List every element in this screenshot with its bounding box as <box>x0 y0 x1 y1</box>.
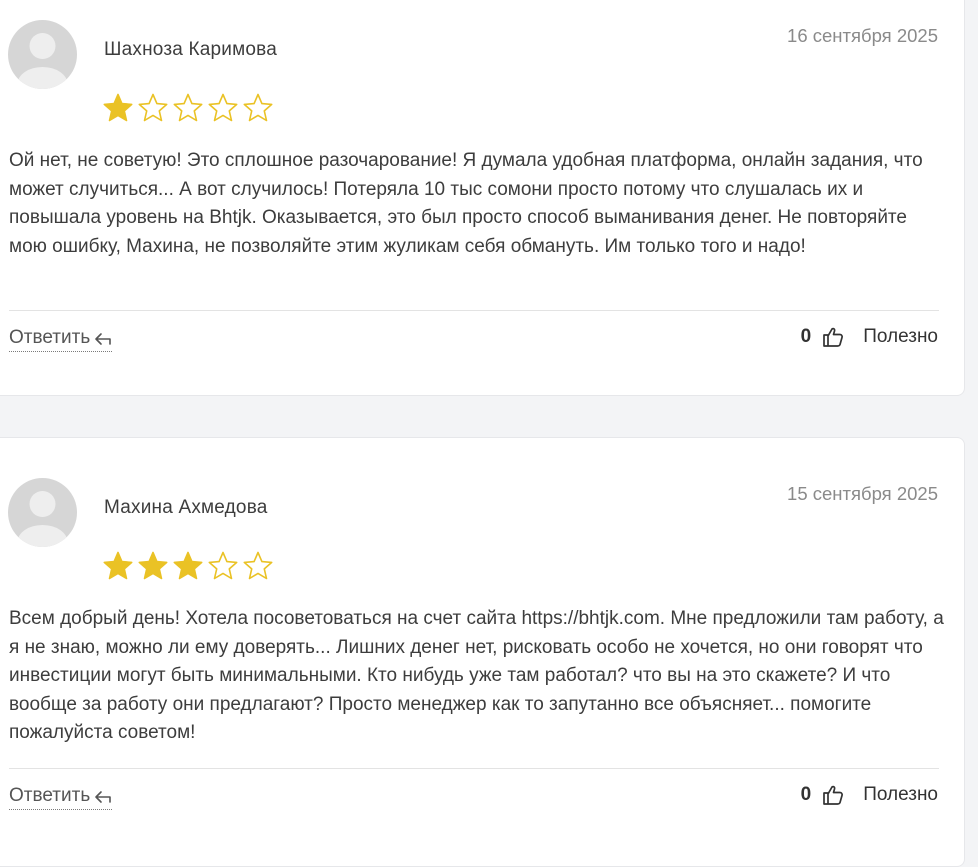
review-card: Шахноза Каримова 16 сентября 2025 Ой нет… <box>0 0 965 396</box>
star-outline-icon <box>243 551 273 580</box>
rating-stars <box>102 550 274 582</box>
review-text: Ой нет, не советую! Это сплошное разочар… <box>9 150 923 257</box>
reply-arrow-icon <box>95 333 112 345</box>
reply-label: Ответить <box>9 785 91 806</box>
user-avatar-icon <box>8 478 77 547</box>
reply-label: Ответить <box>9 327 91 348</box>
star-filled-icon <box>103 551 133 580</box>
review-author: Шахноза Каримова <box>104 39 277 60</box>
star-outline-icon <box>208 93 238 122</box>
star-outline-icon <box>243 93 273 122</box>
thumbs-up-icon[interactable] <box>821 783 845 807</box>
helpful-count: 0 <box>800 326 812 347</box>
user-avatar-icon <box>8 20 77 89</box>
divider <box>9 768 939 769</box>
thumbs-up-icon[interactable] <box>821 325 845 349</box>
review-author: Махина Ахмедова <box>104 497 268 518</box>
star-outline-icon <box>138 93 168 122</box>
helpful-button[interactable]: Полезно <box>863 784 938 806</box>
star-outline-icon <box>208 551 238 580</box>
helpful-button[interactable]: Полезно <box>863 326 938 348</box>
helpful-count: 0 <box>800 784 812 805</box>
star-filled-icon <box>103 93 133 122</box>
rating-stars <box>102 92 274 124</box>
review-text: Всем добрый день! Хотела посоветоваться … <box>9 608 944 744</box>
review-date: 15 сентября 2025 <box>787 483 938 504</box>
helpful-votes: 0 Полезно <box>801 783 938 807</box>
star-filled-icon <box>173 551 203 580</box>
reply-button[interactable]: Ответить <box>9 327 113 352</box>
star-outline-icon <box>173 93 203 122</box>
review-card: Махина Ахмедова 15 сентября 2025 Всем до… <box>0 437 965 867</box>
review-date: 16 сентября 2025 <box>787 25 938 46</box>
star-filled-icon <box>138 551 168 580</box>
helpful-votes: 0 Полезно <box>801 325 938 349</box>
divider <box>9 310 939 311</box>
reply-button[interactable]: Ответить <box>9 785 113 810</box>
reply-arrow-icon <box>95 791 112 803</box>
